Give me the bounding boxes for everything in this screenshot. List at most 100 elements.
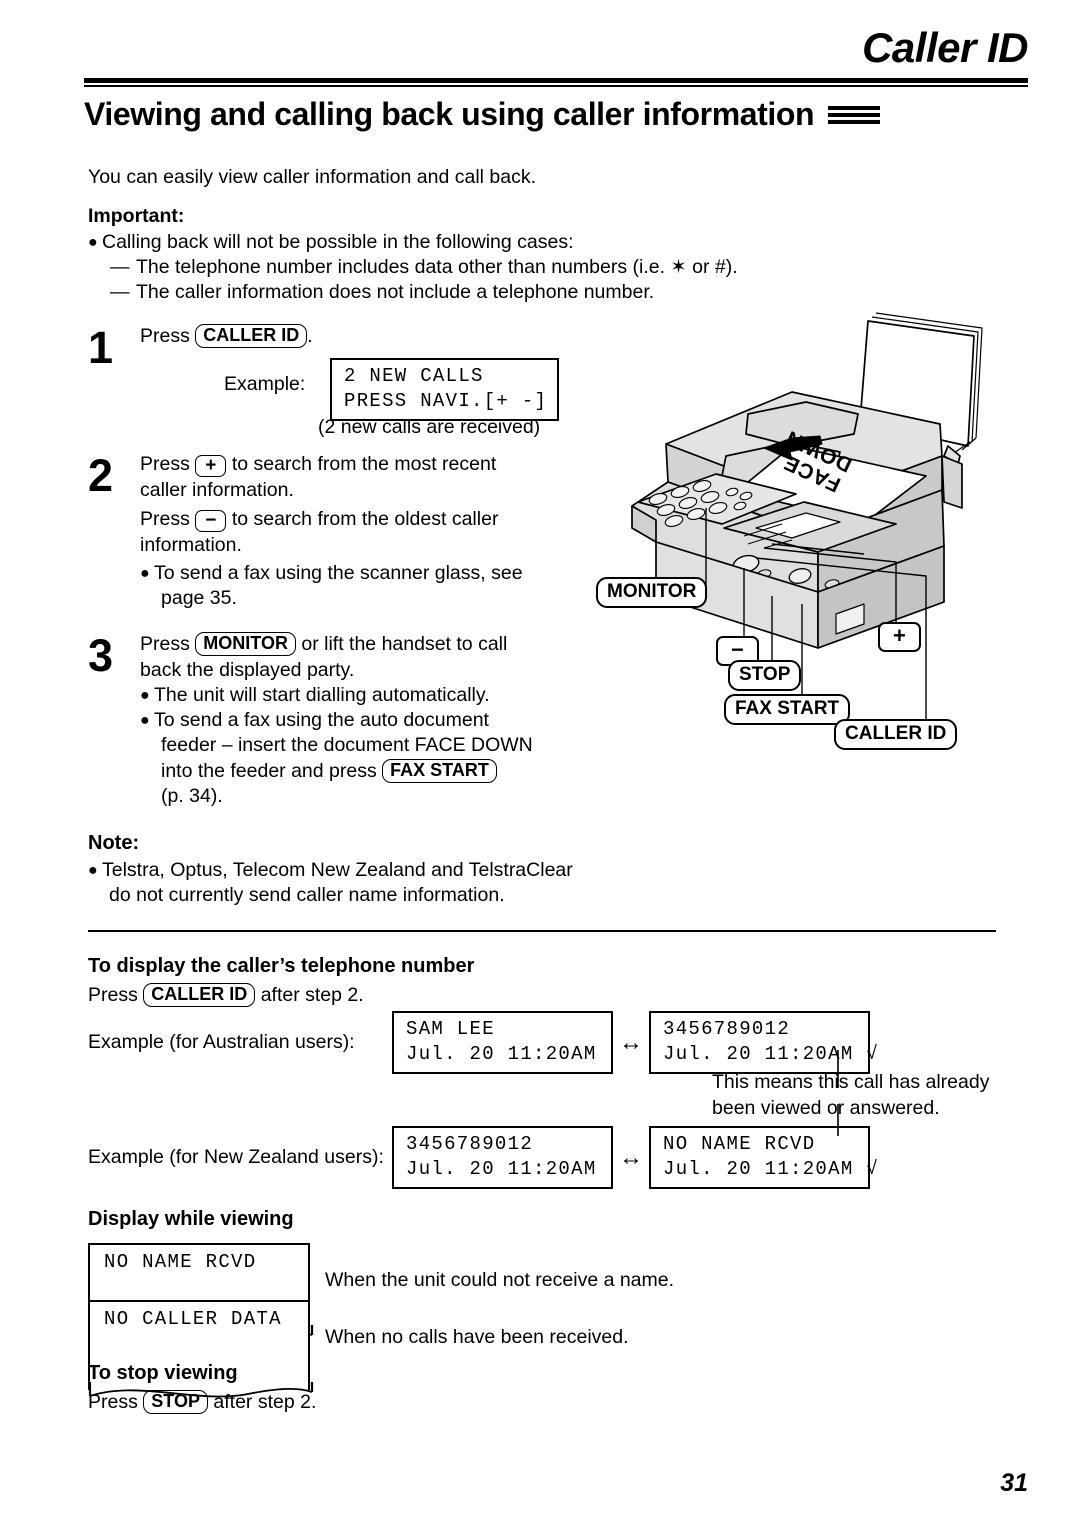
display-number-press-suffix: after step 2.	[260, 984, 364, 1006]
important-dash-2-text: The caller information does not include …	[136, 281, 655, 303]
bullet-dot-icon: ●	[140, 687, 150, 704]
display-number-heading: To display the caller’s telephone number	[88, 955, 475, 977]
section-title-row: Viewing and calling back using caller in…	[84, 96, 1028, 133]
step-3-bullet-2: ● To send a fax using the auto document	[140, 708, 610, 733]
lcd-line-2: Jul. 20 11:20AM	[406, 1043, 597, 1065]
step-3-body: Press MONITOR or lift the handset to cal…	[140, 632, 610, 810]
step-1-body: Press CALLER ID.	[140, 324, 590, 350]
step-3-line-1-tail: or lift the handset to call	[301, 633, 508, 655]
step-2-line-3: Press − to search from the oldest caller	[140, 507, 600, 533]
lcd-line-2: Jul. 20 11:20AM √	[663, 1158, 879, 1180]
bullet-dot-icon: ●	[88, 234, 98, 251]
header-rule-thick	[84, 78, 1028, 83]
toggle-arrow-icon: ↔	[619, 1143, 643, 1171]
stop-key[interactable]: STOP	[143, 1390, 208, 1414]
lcd-line-2: PRESS NAVI.[+ -]	[344, 390, 548, 412]
step-2-press-1: Press	[140, 453, 190, 475]
bullet-dot-icon: ●	[88, 862, 98, 879]
toggle-arrow-icon: ↔	[619, 1028, 643, 1056]
monitor-key[interactable]: MONITOR	[195, 632, 296, 656]
stop-viewing-press-suffix: after step 2.	[213, 1391, 317, 1413]
au-example-lcds: SAM LEE Jul. 20 11:20AM ↔ 3456789012 Jul…	[392, 1011, 878, 1074]
display-viewing-desc-2: When no calls have been received.	[325, 1326, 629, 1348]
step-3-bullet-2-line-4: (p. 34).	[161, 785, 223, 807]
step-3-bullet-2-text: To send a fax using the auto document	[154, 709, 489, 731]
stop-viewing-press-row: Press STOP after step 2.	[88, 1390, 316, 1416]
display-number-press-label: Press	[88, 984, 138, 1006]
step-1-example-label: Example:	[224, 373, 306, 395]
note-bullet-text: Telstra, Optus, Telecom New Zealand and …	[102, 859, 573, 881]
nz-example-label: Example (for New Zealand users):	[88, 1146, 384, 1168]
step-1-text-after: .	[307, 325, 313, 347]
step-1-text-before: Press	[140, 325, 190, 347]
callout-caller-id[interactable]: CALLER ID	[834, 719, 958, 750]
step-3-bullet-2-line-3: into the feeder and press FAX START	[140, 758, 610, 785]
bullet-dot-icon: ●	[140, 565, 150, 582]
step-2-body: Press + to search from the most recent c…	[140, 452, 600, 612]
step-2-press-2: Press	[140, 508, 190, 530]
fax-start-key[interactable]: FAX START	[382, 758, 497, 783]
lcd-line-2: Jul. 20 11:20AM	[406, 1158, 597, 1180]
note-bullet-cont: do not currently send caller name inform…	[109, 884, 505, 906]
page-number: 31	[1000, 1469, 1028, 1497]
caller-id-key[interactable]: CALLER ID	[143, 983, 256, 1007]
important-dash-1-text: The telephone number includes data other…	[136, 256, 738, 278]
page-title: Viewing and calling back using caller in…	[84, 96, 815, 132]
em-dash-icon: —	[110, 256, 130, 278]
step-1-caption: (2 new calls are received)	[318, 416, 541, 438]
lcd-line-1: NO CALLER DATA	[104, 1308, 282, 1330]
checkmark-annotation-line-1: This means this call has already	[712, 1071, 990, 1093]
lcd-line-1: SAM LEE	[406, 1018, 495, 1040]
step-3-line-2: back the displayed party.	[140, 658, 355, 681]
lcd-line-1: 3456789012	[663, 1018, 791, 1040]
section-bars-icon	[828, 105, 881, 124]
step-2-line-1-tail: to search from the most recent	[231, 453, 497, 475]
chapter-title: Caller ID	[862, 24, 1028, 71]
callout-plus[interactable]: +	[878, 622, 921, 652]
lcd-line-1: NO NAME RCVD	[104, 1251, 257, 1273]
step-2-bullet: ● To send a fax using the scanner glass,…	[140, 561, 600, 586]
nz-leader-line	[837, 1104, 839, 1136]
step-2-bullet-text: To send a fax using the scanner glass, s…	[154, 562, 523, 584]
important-bullet: ● Calling back will not be possible in t…	[88, 230, 808, 255]
header-rule-thin	[84, 85, 1028, 87]
stop-viewing-press-label: Press	[88, 1391, 138, 1413]
step-3-line-1: Press MONITOR or lift the handset to cal…	[140, 632, 610, 658]
fax-machine-illustration: FACE DOWN MONITOR − STOP FAX START CALLE…	[596, 296, 1036, 766]
step-1-number: 1	[88, 322, 114, 373]
important-bullet-text: Calling back will not be possible in the…	[102, 231, 574, 253]
important-list: ● Calling back will not be possible in t…	[88, 230, 808, 305]
bullet-dot-icon: ●	[140, 712, 150, 729]
caller-id-key[interactable]: CALLER ID	[195, 324, 308, 348]
step-3-number: 3	[88, 630, 114, 681]
lcd-display-au-1: SAM LEE Jul. 20 11:20AM	[392, 1011, 613, 1074]
lcd-line-1: NO NAME RCVD	[663, 1133, 816, 1155]
step-3-bullet-1: ● The unit will start dialling automatic…	[140, 683, 610, 708]
plus-key[interactable]: +	[195, 455, 227, 477]
callout-stop[interactable]: STOP	[728, 660, 802, 691]
important-dash-1: — The telephone number includes data oth…	[88, 255, 808, 280]
em-dash-icon: —	[110, 281, 130, 303]
note-heading: Note:	[88, 832, 140, 854]
display-viewing-heading: Display while viewing	[88, 1208, 294, 1230]
header-rule	[84, 78, 1028, 87]
step-2-bullet-cont: page 35.	[161, 587, 237, 609]
step-3-press: Press	[140, 633, 190, 655]
step-2-line-4: information.	[140, 533, 242, 556]
note-bullet: ● Telstra, Optus, Telecom New Zealand an…	[88, 858, 648, 883]
au-example-label: Example (for Australian users):	[88, 1031, 355, 1053]
step-3-insert-text: into the feeder and press	[161, 759, 377, 782]
lcd-display: 2 NEW CALLS PRESS NAVI.[+ -]	[330, 358, 560, 421]
callout-fax-start[interactable]: FAX START	[724, 694, 851, 725]
nz-example-lcds: 3456789012 Jul. 20 11:20AM ↔ NO NAME RCV…	[392, 1126, 878, 1189]
display-number-press-row: Press CALLER ID after step 2.	[88, 983, 364, 1009]
step-2-line-3-tail: to search from the oldest caller	[231, 508, 499, 530]
callout-monitor[interactable]: MONITOR	[596, 577, 708, 608]
intro-text: You can easily view caller information a…	[88, 166, 537, 188]
lcd-line-1: 2 NEW CALLS	[344, 365, 484, 387]
minus-key[interactable]: −	[195, 510, 227, 532]
step-2-line-1: Press + to search from the most recent	[140, 452, 600, 478]
step-3-bullet-1-text: The unit will start dialling automatical…	[154, 684, 490, 706]
stop-viewing-heading: To stop viewing	[88, 1362, 238, 1384]
step-2-line-2: caller information.	[140, 478, 294, 501]
